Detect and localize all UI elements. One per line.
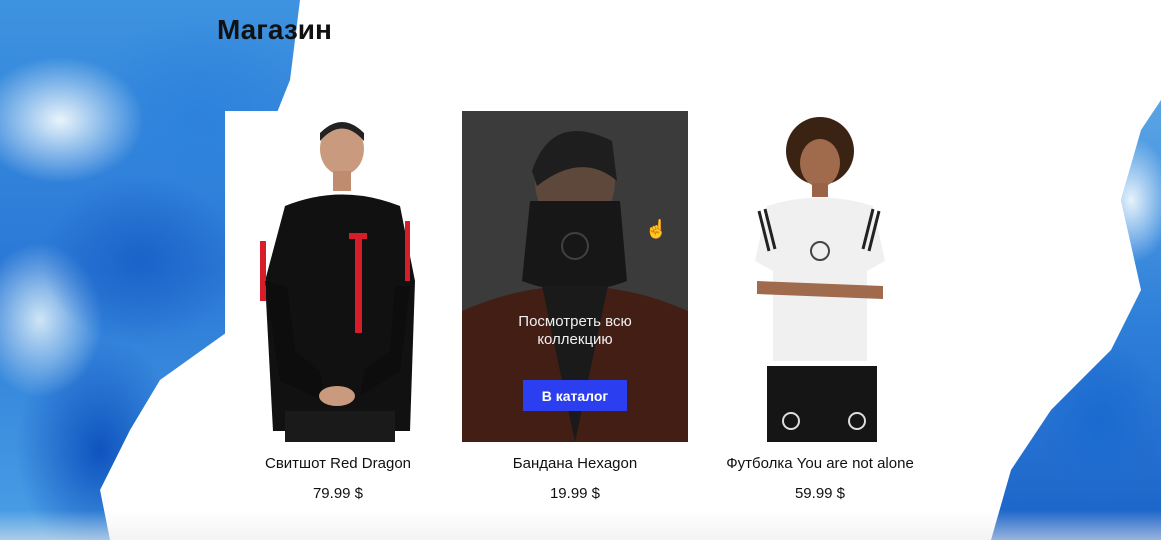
shop-page: Магазин Свитшот Red Dragon 79.99 $ Посмо… [0, 0, 1161, 540]
catalog-button[interactable]: В каталог [523, 380, 627, 411]
product-name[interactable]: Футболка You are not alone [707, 455, 933, 472]
product-price: 59.99 $ [794, 485, 846, 502]
product-card-sweatshirt[interactable]: Свитшот Red Dragon 79.99 $ [225, 111, 451, 502]
product-card-tshirt[interactable]: Футболка You are not alone 59.99 $ [707, 111, 933, 502]
overlay-text: Посмотреть всю коллекцию [518, 313, 632, 348]
product-name[interactable]: Свитшот Red Dragon [225, 455, 451, 472]
product-name[interactable]: Бандана Hexagon [462, 455, 688, 472]
product-card-bandana[interactable]: Посмотреть всю коллекцию В каталог ☝ Бан… [462, 111, 688, 502]
collection-overlay: Посмотреть всю коллекцию В каталог ☝ [462, 111, 688, 442]
bottom-fade-decoration [0, 510, 1161, 540]
product-image-sweatshirt[interactable] [225, 111, 451, 442]
hand-pointer-icon: ☝ [645, 219, 668, 239]
product-image-bandana[interactable]: Посмотреть всю коллекцию В каталог ☝ [462, 111, 688, 442]
product-price: 19.99 $ [549, 485, 601, 502]
page-title: Магазин [217, 14, 332, 45]
product-image-tshirt[interactable] [707, 111, 933, 442]
product-price: 79.99 $ [312, 485, 364, 502]
blue-paint-right-decoration [991, 100, 1161, 540]
